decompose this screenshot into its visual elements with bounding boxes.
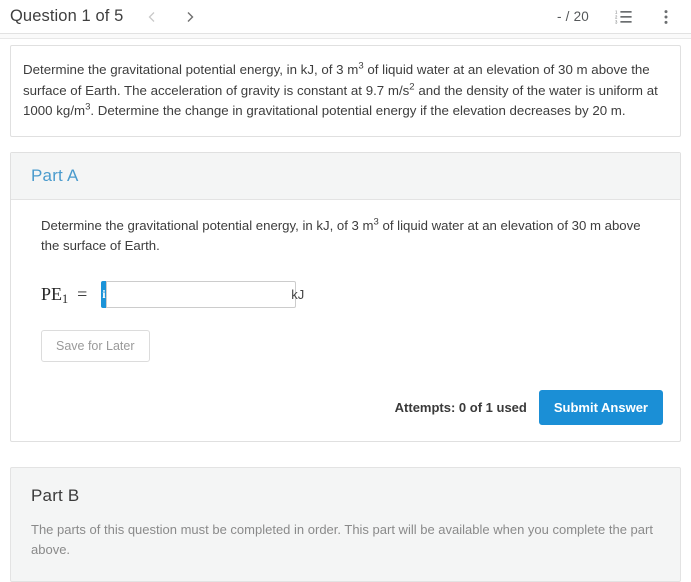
kebab-menu-icon[interactable] — [655, 6, 677, 28]
answer-unit-label: kJ — [291, 286, 305, 302]
answer-input-group: i — [101, 280, 296, 308]
part-b-locked-message: The parts of this question must be compl… — [31, 521, 653, 558]
variable-name: PE — [41, 283, 63, 304]
info-icon[interactable]: i — [101, 280, 106, 308]
part-a-question-segment-1: Determine the gravitational potential en… — [41, 217, 374, 233]
chevron-left-icon[interactable] — [145, 10, 159, 24]
variable-subscript: 1 — [62, 291, 69, 306]
part-b-card: Part B The parts of this question must b… — [10, 466, 681, 582]
answer-input[interactable] — [105, 280, 296, 308]
question-navigation — [145, 10, 197, 24]
attempts-status: Attempts: 0 of 1 used — [394, 399, 527, 415]
part-a-title: Part A — [31, 165, 79, 185]
chevron-right-icon[interactable] — [183, 10, 197, 24]
part-a-header: Part A — [11, 152, 680, 200]
save-for-later-button[interactable]: Save for Later — [41, 329, 150, 362]
submit-answer-button[interactable]: Submit Answer — [538, 389, 663, 425]
score-display: - / 20 — [557, 9, 589, 24]
header-shadow-band — [0, 34, 691, 39]
part-a-footer: Attempts: 0 of 1 used Submit Answer — [11, 376, 680, 441]
question-statement-card: Determine the gravitational potential en… — [10, 45, 681, 137]
question-page: Determine the gravitational potential en… — [0, 45, 691, 582]
part-a-question-text: Determine the gravitational potential en… — [41, 216, 653, 257]
page-title: Question 1 of 5 — [10, 7, 124, 25]
part-b-title: Part B — [31, 485, 80, 505]
question-statement-text: Determine the gravitational potential en… — [23, 60, 667, 122]
svg-text:3: 3 — [615, 19, 618, 24]
part-a-body: Determine the gravitational potential en… — [11, 200, 680, 376]
answer-row: PE1 = i kJ — [41, 280, 660, 308]
statement-segment-4: . Determine the change in gravitational … — [90, 103, 626, 118]
statement-segment-1: Determine the gravitational potential en… — [23, 62, 359, 77]
equals-sign: = — [77, 283, 88, 304]
variable-label: PE1 = — [41, 283, 88, 306]
part-a-card: Part A Determine the gravitational poten… — [10, 151, 681, 442]
ordered-list-icon[interactable]: 1 2 3 — [612, 6, 634, 28]
question-header-bar: Question 1 of 5 - / 20 1 2 3 — [0, 0, 691, 33]
